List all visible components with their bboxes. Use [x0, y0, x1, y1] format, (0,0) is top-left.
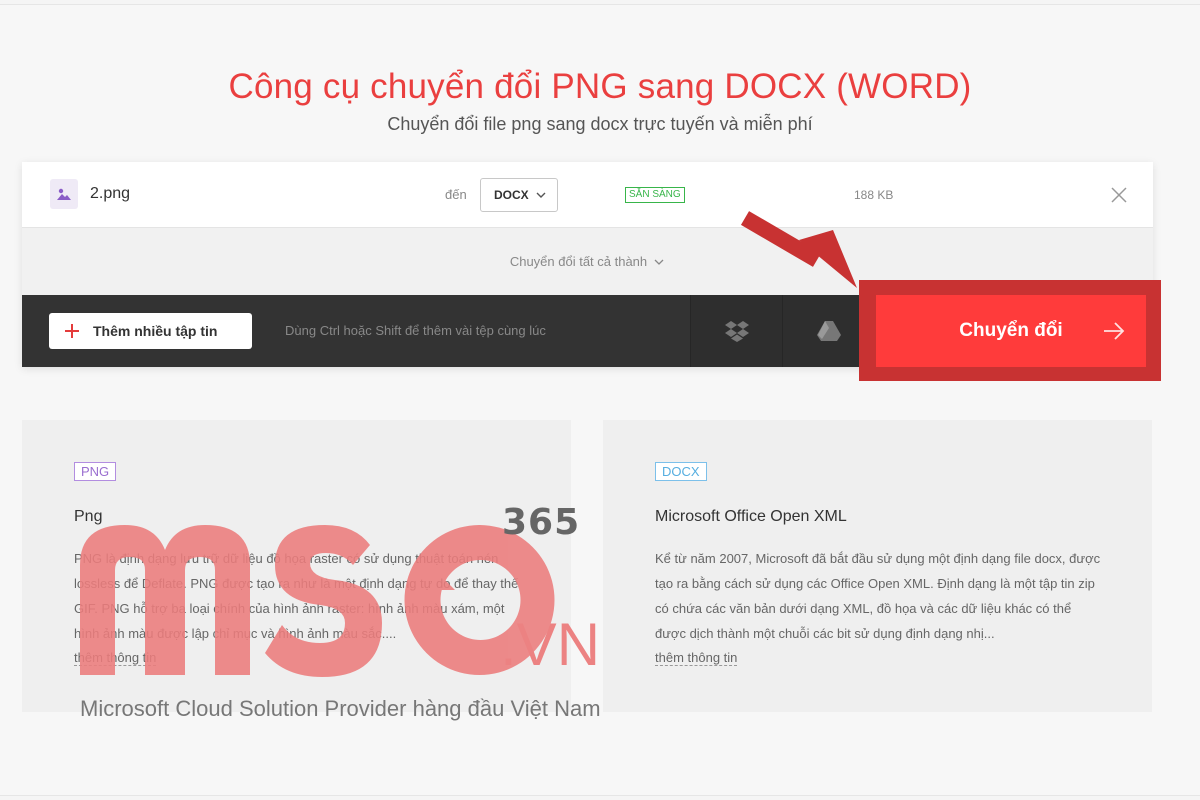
page-title: Công cụ chuyển đổi PNG sang DOCX (WORD): [228, 67, 972, 106]
add-files-label: Thêm nhiều tập tin: [93, 323, 218, 339]
to-label: đến: [445, 187, 467, 202]
format-value: DOCX: [494, 188, 529, 202]
multi-select-hint: Dùng Ctrl hoặc Shift để thêm vài tệp cùn…: [285, 323, 546, 338]
png-info-title: Png: [74, 508, 103, 525]
format-select[interactable]: DOCX: [480, 178, 558, 212]
add-files-button[interactable]: Thêm nhiều tập tin: [49, 313, 252, 349]
pointer-arrow-icon: [740, 211, 857, 288]
dropbox-icon: [724, 321, 749, 342]
png-more-link[interactable]: thêm thông tin: [74, 650, 157, 666]
convert-label: Chuyển đổi: [959, 320, 1063, 341]
watermark-tagline: Microsoft Cloud Solution Provider hàng đ…: [80, 696, 601, 721]
png-info-panel: PNG Png PNG là định dạng lưu trữ dữ liệu…: [22, 420, 571, 712]
watermark-number: 365: [502, 502, 581, 543]
plus-icon: [65, 324, 79, 338]
status-badge: SẴN SÀNG: [625, 187, 685, 203]
docx-more-link[interactable]: thêm thông tin: [655, 650, 738, 666]
docx-tag: DOCX: [655, 462, 707, 481]
file-row: 2.png đến DOCX SẴN SÀNG 188 KB: [22, 162, 1153, 228]
close-icon[interactable]: [1110, 186, 1128, 204]
arrow-right-icon: [1104, 322, 1125, 340]
png-info-text: PNG là định dạng lưu trữ dữ liệu đồ họa …: [74, 551, 519, 641]
png-tag: PNG: [74, 462, 117, 481]
dropbox-button[interactable]: [690, 295, 782, 367]
google-drive-icon: [816, 321, 841, 341]
docx-info-title: Microsoft Office Open XML: [655, 508, 847, 525]
watermark-domain: .VN: [500, 611, 601, 678]
convert-all-label: Chuyển đổi tất cả thành: [509, 254, 648, 269]
convert-button[interactable]: Chuyển đổi: [876, 295, 1146, 367]
image-file-icon: [50, 179, 78, 209]
page-subtitle: Chuyển đổi file png sang docx trực tuyến…: [387, 114, 813, 134]
file-name: 2.png: [90, 185, 131, 202]
chevron-down-icon: [536, 192, 546, 198]
docx-info-text: Kể từ năm 2007, Microsoft đã bắt đầu sử …: [655, 551, 1101, 641]
docx-info-panel: DOCX Microsoft Office Open XML Kể từ năm…: [603, 420, 1152, 712]
chevron-down-icon: [654, 259, 664, 265]
